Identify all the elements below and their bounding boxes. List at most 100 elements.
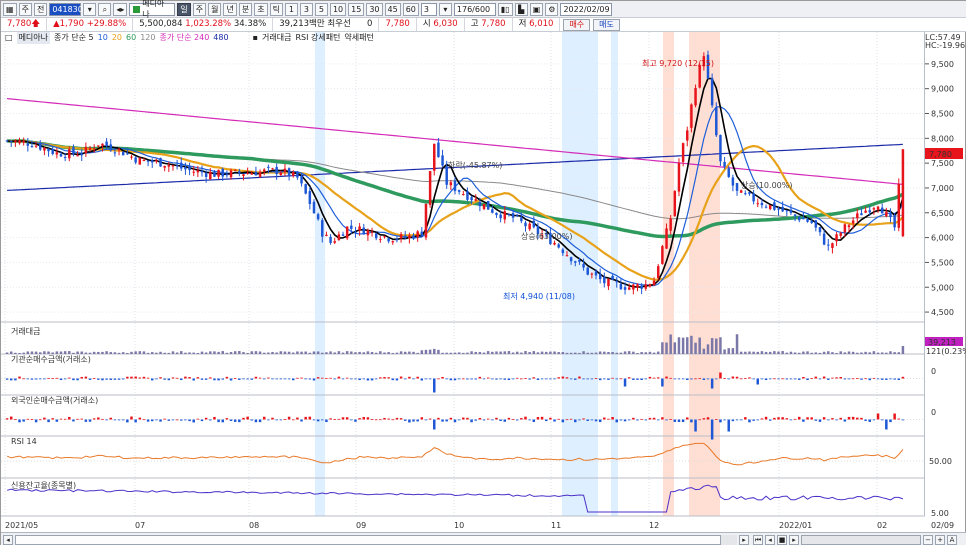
flow-bar bbox=[789, 419, 793, 421]
candle-body bbox=[532, 220, 536, 228]
interval-button-1[interactable]: 1 bbox=[284, 2, 298, 16]
legend-volume-label[interactable]: 거래대금 bbox=[262, 32, 291, 44]
flow-bar bbox=[856, 417, 859, 420]
legend-weak-pattern[interactable]: 약세패턴 bbox=[344, 32, 373, 44]
flow-bar bbox=[412, 419, 415, 422]
flow-bar bbox=[287, 378, 291, 380]
flow-bar bbox=[146, 377, 150, 379]
legend-ma20[interactable]: 20 bbox=[112, 32, 122, 44]
volume-bar bbox=[648, 351, 652, 354]
search-icon[interactable]: ⌕ bbox=[98, 2, 112, 16]
flow-bar bbox=[802, 376, 805, 379]
volume-bar bbox=[619, 352, 623, 354]
buy-button[interactable]: 매수 bbox=[563, 18, 591, 31]
period-button-day[interactable]: 일 bbox=[177, 2, 191, 16]
interval-button-30[interactable]: 30 bbox=[366, 2, 383, 16]
count-select[interactable]: 3 bbox=[420, 2, 437, 16]
volume-bar bbox=[283, 351, 287, 354]
flow-bar bbox=[308, 416, 312, 420]
legend-ma-long-label[interactable]: 종가 단순 240 bbox=[159, 32, 209, 44]
candle-body bbox=[370, 231, 374, 233]
flow-bar bbox=[524, 378, 527, 379]
legend-ma10[interactable]: 10 bbox=[98, 32, 108, 44]
menu-grid-icon[interactable]: ▦ bbox=[3, 2, 17, 16]
interval-button-5[interactable]: 5 bbox=[314, 2, 328, 16]
candle-body bbox=[756, 203, 760, 205]
count-dropdown-icon[interactable]: ▾ bbox=[438, 2, 452, 16]
zoom-slider[interactable] bbox=[801, 535, 921, 545]
font-size-icon[interactable]: A bbox=[947, 535, 957, 545]
legend-ma120[interactable]: 120 bbox=[140, 32, 155, 44]
candle-body bbox=[727, 168, 730, 177]
period-button-year[interactable]: 년 bbox=[223, 2, 237, 16]
legend-rsi-pattern[interactable]: RSI 강세패턴 bbox=[295, 32, 340, 44]
hc-label: HC:-19.96 bbox=[925, 41, 965, 50]
period-button-month[interactable]: 월 bbox=[208, 2, 222, 16]
candle-body bbox=[416, 231, 419, 238]
scroll-right-button[interactable]: ▸ bbox=[739, 535, 749, 545]
flow-bar bbox=[126, 419, 129, 423]
flow-bar bbox=[781, 378, 784, 380]
volume-bar bbox=[9, 351, 13, 354]
volume-bar bbox=[262, 352, 266, 354]
first-icon[interactable]: ⏮ bbox=[753, 535, 763, 545]
flow-bar bbox=[126, 376, 129, 379]
candle-body bbox=[760, 202, 764, 206]
save-icon[interactable]: ▣ bbox=[529, 2, 544, 16]
flow-bar bbox=[345, 377, 349, 379]
scroll-thumb[interactable] bbox=[15, 535, 721, 545]
period-button-minute[interactable]: 분 bbox=[238, 2, 253, 16]
zoom-out-icon[interactable]: − bbox=[923, 535, 933, 545]
date-input[interactable]: 2022/02/09 bbox=[560, 2, 613, 16]
flow-bar bbox=[188, 419, 191, 422]
volume-bar bbox=[233, 351, 237, 354]
legend-stock-name[interactable]: 메디아나 bbox=[16, 32, 51, 44]
interval-button-3[interactable]: 3 bbox=[299, 2, 313, 16]
chart-type-icon[interactable]: ▙ bbox=[514, 2, 528, 16]
candle-body bbox=[325, 234, 328, 236]
scroll-left-button[interactable]: ◂ bbox=[3, 535, 13, 545]
prev-icon[interactable]: ◂ bbox=[765, 535, 775, 545]
legend-ma480[interactable]: 480 bbox=[213, 32, 228, 44]
stock-code-input[interactable]: 041830 bbox=[49, 2, 83, 16]
legend-ma60[interactable]: 60 bbox=[126, 32, 136, 44]
sell-button[interactable]: 매도 bbox=[593, 18, 620, 31]
flow-bar bbox=[470, 419, 473, 423]
flow-bar bbox=[627, 419, 631, 421]
flow-bar bbox=[171, 377, 175, 379]
flow-bar bbox=[773, 417, 776, 420]
prev-next-icon[interactable]: ◂▸ bbox=[113, 2, 128, 16]
candle-body bbox=[470, 197, 473, 201]
interval-button-15[interactable]: 15 bbox=[348, 2, 365, 16]
mode-button-all[interactable]: 전 bbox=[33, 2, 48, 16]
flow-bar bbox=[545, 419, 548, 422]
flow-bar bbox=[262, 416, 266, 420]
next-icon[interactable]: ▸ bbox=[789, 535, 799, 545]
flow-bar bbox=[524, 416, 527, 420]
flow-bar bbox=[885, 419, 888, 430]
flow-bar bbox=[391, 378, 395, 381]
interval-button-45[interactable]: 45 bbox=[384, 2, 401, 16]
code-dropdown-icon[interactable]: ▾ bbox=[83, 2, 97, 16]
period-button-tick[interactable]: 틱 bbox=[269, 2, 283, 16]
legend-ma-short-label[interactable]: 종가 단순 5 bbox=[54, 32, 94, 44]
interval-button-10[interactable]: 10 bbox=[329, 2, 347, 16]
volume-bar bbox=[225, 352, 229, 354]
interval-button-60[interactable]: 60 bbox=[402, 2, 419, 16]
flow-bar bbox=[578, 419, 581, 421]
settings-icon[interactable]: ⚙ bbox=[545, 2, 559, 16]
zoom-in-icon[interactable]: + bbox=[935, 535, 945, 545]
period-button-week[interactable]: 주 bbox=[192, 2, 207, 16]
candle-body bbox=[486, 200, 490, 210]
stock-chart[interactable]: 9,500 9,000 8,500 8,000 7,500 7,000 6,500 6,000… bbox=[1, 32, 966, 532]
flow-bar bbox=[292, 378, 295, 381]
volume-bar bbox=[553, 351, 556, 354]
volume-bar bbox=[217, 351, 220, 354]
bar-layout-icon[interactable]: ▮▯ bbox=[497, 2, 513, 16]
volume-bar bbox=[279, 351, 283, 354]
volume-bar bbox=[710, 338, 714, 354]
stock-name-field[interactable]: 메디아나 bbox=[129, 0, 176, 19]
mode-button-weekly[interactable]: 주 bbox=[18, 2, 32, 16]
period-button-second[interactable]: 초 bbox=[254, 2, 268, 16]
stop-icon[interactable]: ■ bbox=[777, 535, 787, 545]
